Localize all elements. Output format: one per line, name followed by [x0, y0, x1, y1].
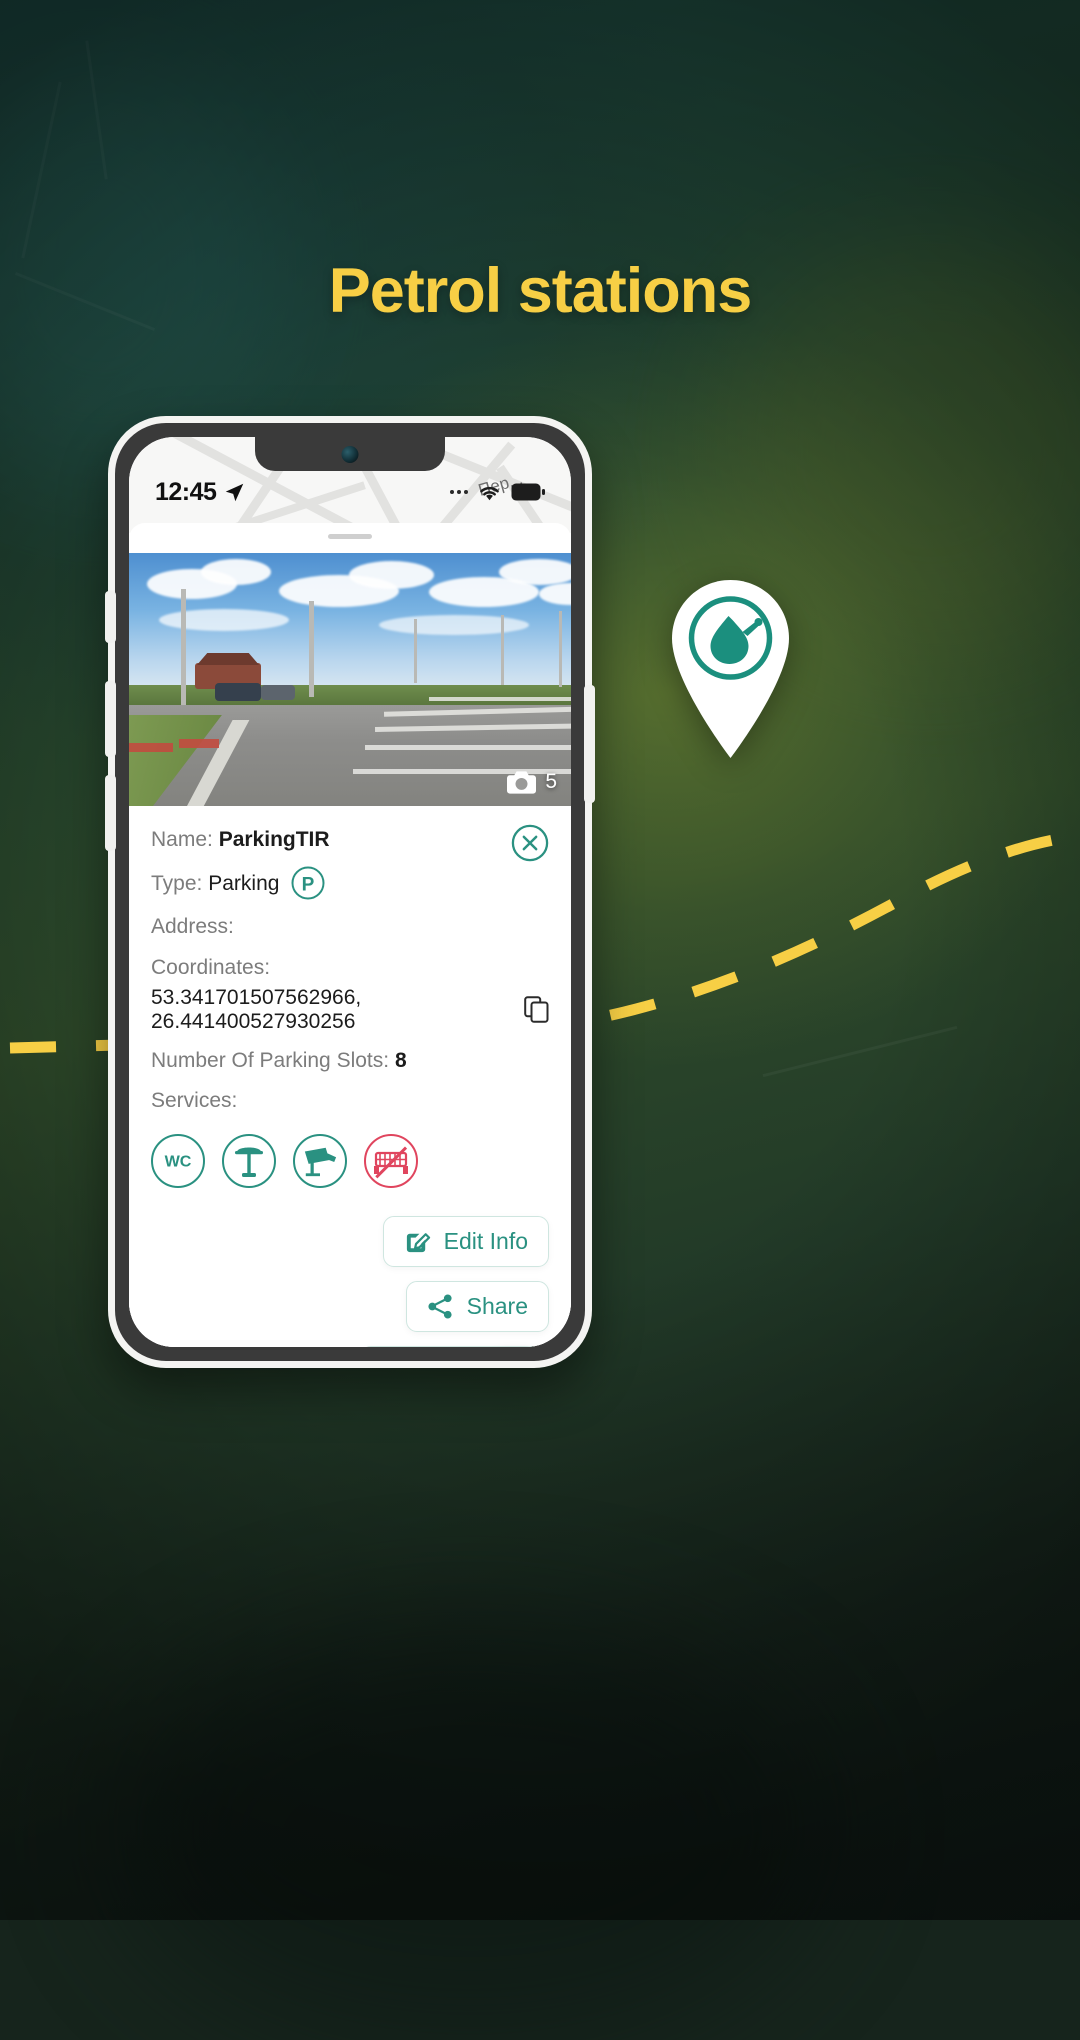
edit-square-icon [406, 1233, 430, 1253]
slots-label: Number Of Parking Slots: [151, 1048, 390, 1072]
map-marker-fuel[interactable] [668, 578, 793, 760]
phone-screen: Пер... 12:45 5 Name: ParkingTIR Type: Pa… [129, 437, 571, 1347]
copy-icon[interactable] [524, 996, 549, 1024]
battery-full-icon [511, 483, 545, 501]
type-row: Type: Parking P [129, 866, 571, 900]
services-label: Services: [151, 1089, 238, 1113]
place-photo[interactable]: 5 [129, 553, 571, 806]
phone-button-silent[interactable] [105, 591, 116, 643]
share-nodes-icon [428, 1294, 452, 1319]
signal-dots-icon [450, 490, 468, 494]
photo-count-value: 5 [545, 770, 557, 793]
svg-text:WC: WC [165, 1153, 192, 1171]
edit-info-label: Edit Info [443, 1228, 528, 1254]
parking-badge-icon: P [291, 866, 325, 900]
service-wc-icon[interactable]: WC [151, 1134, 205, 1189]
name-row: Name: ParkingTIR [129, 826, 571, 853]
place-info-panel: Name: ParkingTIR Type: Parking P Address… [129, 806, 571, 1347]
status-bar: 12:45 [129, 471, 571, 513]
phone-button-volume-up[interactable] [105, 681, 116, 757]
add-photo-button[interactable]: Add photo [360, 1346, 549, 1347]
detail-sheet: 5 Name: ParkingTIR Type: Parking P Addre… [129, 523, 571, 1347]
address-row: Address: [129, 913, 571, 940]
slots-value: 8 [394, 1048, 407, 1072]
edit-info-button[interactable]: Edit Info [382, 1216, 549, 1267]
coordinates-row: Coordinates: [129, 954, 571, 981]
close-circle-icon[interactable] [511, 824, 549, 862]
slots-row: Number Of Parking Slots: 8 [129, 1047, 571, 1074]
services-list: WC [129, 1134, 571, 1189]
coordinates-value: 53.341701507562966, 26.441400527930256 [151, 985, 362, 1033]
name-value: ParkingTIR [218, 828, 330, 851]
service-street-lamp-icon[interactable] [222, 1134, 276, 1189]
photo-count-badge: 5 [507, 770, 557, 794]
sheet-drag-handle[interactable] [328, 534, 372, 539]
action-buttons: Edit Info Share [249, 1216, 549, 1347]
address-label: Address: [151, 915, 234, 939]
type-label: Type: [151, 871, 203, 895]
wifi-icon [480, 486, 499, 500]
coordinates-label: Coordinates: [151, 955, 271, 979]
type-value: Parking [208, 871, 280, 895]
location-arrow-icon [226, 483, 244, 501]
coordinates-value-row: 53.341701507562966, 26.441400527930256 [129, 986, 571, 1034]
phone-button-volume-down[interactable] [105, 775, 116, 851]
service-cctv-camera-icon[interactable] [293, 1134, 347, 1189]
front-camera-icon [341, 446, 359, 463]
svg-text:P: P [302, 875, 315, 896]
service-barrier-icon-unavailable[interactable] [364, 1134, 418, 1189]
name-label: Name: [151, 828, 213, 851]
share-label: Share [466, 1293, 528, 1319]
phone-mockup: Пер... 12:45 5 Name: ParkingTIR Type: Pa… [105, 416, 595, 1368]
services-label-row: Services: [129, 1087, 571, 1114]
camera-icon [507, 771, 537, 794]
phone-button-power[interactable] [584, 685, 595, 803]
status-bar-clock: 12:45 [155, 477, 217, 506]
share-button[interactable]: Share [405, 1281, 549, 1332]
